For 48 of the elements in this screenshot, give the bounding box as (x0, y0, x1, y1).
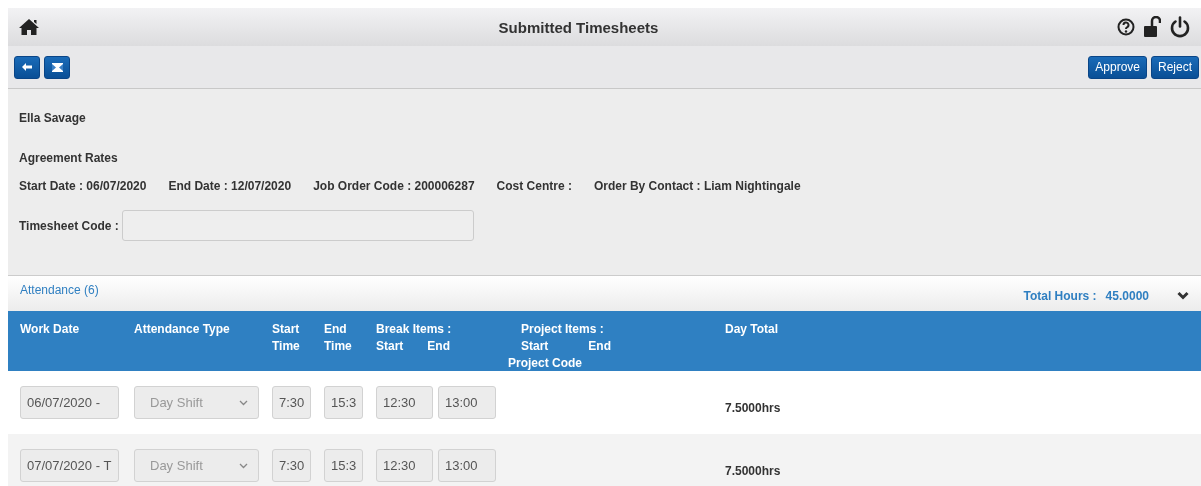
column-header: Work Date (20, 321, 81, 338)
time-field[interactable]: 12:30 (376, 449, 433, 482)
timesheet-code-field[interactable] (121, 210, 474, 241)
unlocked-padlock-icon[interactable] (1143, 16, 1161, 38)
column-subheader: End (588, 338, 611, 355)
column-header: Day Total (725, 321, 780, 338)
power-icon[interactable] (1169, 16, 1191, 38)
column-subheader: Start (521, 338, 549, 355)
toolbar-button[interactable]: Reject (1151, 55, 1199, 79)
column-header: Break Items : (376, 321, 453, 338)
time-field[interactable]: 13:00 (438, 386, 496, 419)
agreement-detail: End Date : 12/07/2020 (168, 179, 292, 193)
column-header: End Time (324, 321, 353, 355)
day-total: 7.5000hrs (725, 463, 781, 478)
day-total: 7.5000hrs (725, 400, 781, 415)
page-title: Submitted Timesheets (497, 18, 660, 36)
attendance-link[interactable]: Attendance (6) (20, 283, 99, 297)
time-field[interactable]: 7:30 (272, 449, 311, 482)
chevron-icon[interactable] (1177, 291, 1189, 300)
agreement-detail: Job Order Code : 200006287 (313, 179, 475, 193)
agreement-detail: Cost Centre : (496, 179, 572, 193)
time-field[interactable]: 15:3 (324, 386, 363, 419)
column-header: Attendance Type (134, 321, 231, 338)
column-subheader: Start (376, 338, 404, 355)
time-field[interactable]: 12:30 (376, 386, 433, 419)
column-header: Start Time (272, 321, 301, 355)
home-icon[interactable] (18, 18, 40, 36)
back-button[interactable] (14, 55, 40, 79)
agreement-detail: Start Date : 06/07/2020 (19, 179, 147, 193)
date-field[interactable]: 06/07/2020 - (20, 386, 119, 419)
total-hours-value: 45.0000 (1105, 289, 1149, 303)
help-icon[interactable] (1117, 18, 1135, 36)
time-field[interactable]: 15:3 (324, 449, 363, 482)
chevron-icon (239, 462, 248, 469)
worker-name: Ella Savage (19, 111, 87, 125)
time-field[interactable]: 13:00 (438, 449, 496, 482)
total-hours-label: Total Hours : (1023, 289, 1097, 303)
column-header: Project Items : (521, 321, 605, 338)
chevron-icon (239, 399, 248, 406)
date-field[interactable]: 07/07/2020 - T (20, 449, 119, 482)
section-heading: Agreement Rates (19, 151, 119, 165)
agreement-detail: Order By Contact : Liam Nightingale (593, 179, 801, 193)
field-label: Timesheet Code : (19, 218, 119, 233)
column-subheader: End (427, 338, 450, 355)
left-arrow-icon (22, 63, 32, 71)
toolbar-button[interactable]: Approve (1088, 55, 1147, 79)
time-field[interactable]: 7:30 (272, 386, 311, 419)
column-subheader: Project Code (508, 355, 583, 372)
